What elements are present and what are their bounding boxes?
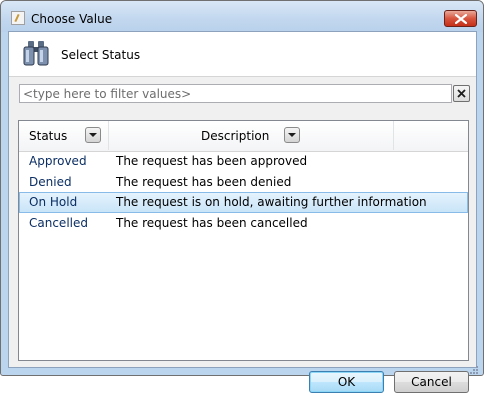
status-cell: On Hold	[29, 195, 78, 209]
filter-input[interactable]	[19, 84, 452, 103]
window-title: Choose Value	[31, 12, 113, 26]
column-separator[interactable]	[108, 121, 109, 150]
values-grid: Status Description Approved The request …	[18, 120, 469, 361]
description-filter-dropdown-icon[interactable]	[284, 127, 300, 143]
ok-button[interactable]: OK	[309, 371, 384, 393]
close-button[interactable]	[444, 10, 477, 27]
status-cell: Denied	[29, 175, 72, 189]
column-header-description[interactable]: Description	[201, 129, 269, 143]
status-cell: Cancelled	[29, 216, 88, 230]
dialog-client-area: Select Status Status Description	[8, 31, 477, 393]
clear-filter-button[interactable]	[453, 85, 470, 102]
column-header-status[interactable]: Status	[29, 129, 67, 143]
table-row-selected[interactable]: On Hold The request is on hold, awaiting…	[19, 192, 468, 213]
clear-x-icon	[457, 89, 466, 98]
main-area: Status Description Approved The request …	[9, 76, 476, 393]
cancel-button[interactable]: Cancel	[394, 371, 469, 393]
header-label: Select Status	[61, 48, 141, 62]
description-cell: The request has been cancelled	[116, 216, 308, 230]
app-icon	[11, 11, 25, 25]
description-cell: The request has been approved	[116, 154, 308, 168]
grid-header: Status Description	[19, 121, 468, 152]
description-cell: The request is on hold, awaiting further…	[116, 195, 427, 209]
table-row[interactable]: Cancelled The request has been cancelled	[19, 213, 468, 234]
dialog-header: Select Status	[9, 32, 476, 76]
description-cell: The request has been denied	[116, 175, 292, 189]
table-row[interactable]: Approved The request has been approved	[19, 151, 468, 172]
binoculars-icon	[23, 41, 49, 66]
dialog-window: Choose Value Select Status <type here to…	[0, 0, 484, 393]
resize-grip-icon[interactable]	[469, 365, 479, 375]
close-x-icon	[455, 14, 467, 24]
column-separator[interactable]	[393, 121, 394, 150]
table-row[interactable]: Denied The request has been denied	[19, 172, 468, 193]
title-bar[interactable]: Choose Value	[1, 1, 483, 32]
status-filter-dropdown-icon[interactable]	[85, 127, 101, 143]
status-cell: Approved	[29, 154, 87, 168]
